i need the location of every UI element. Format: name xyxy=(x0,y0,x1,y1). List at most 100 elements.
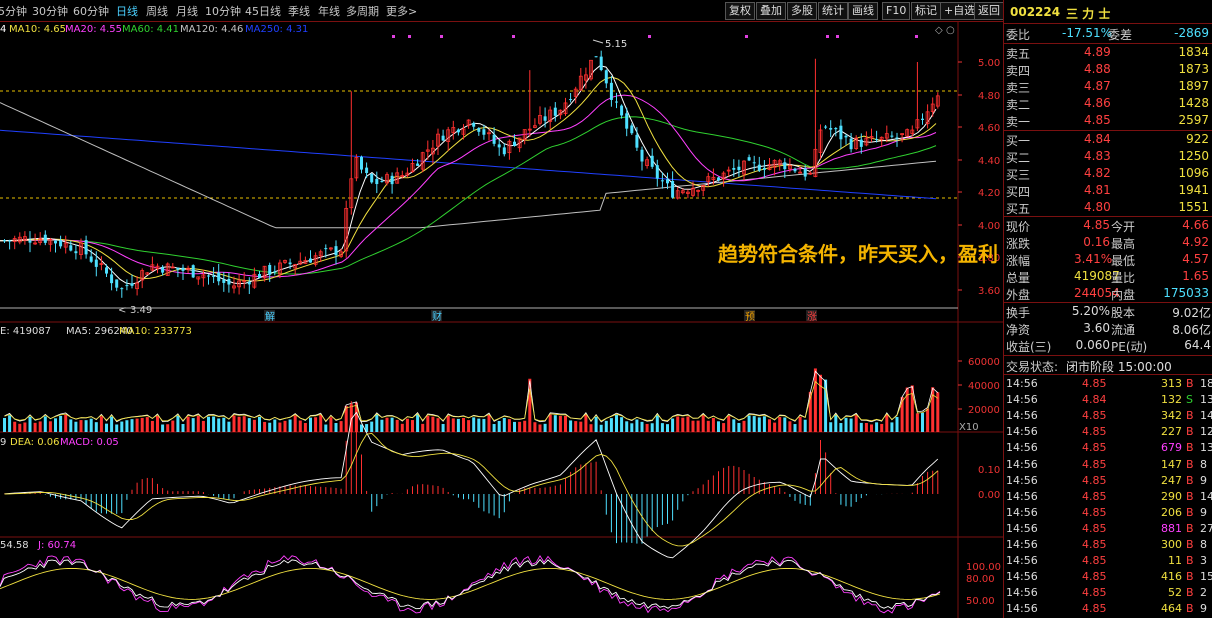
candle-body xyxy=(365,167,369,174)
ask-price: 4.88 xyxy=(1084,62,1111,76)
bid-row: 买五 4.80 1551 xyxy=(1004,199,1212,217)
candle-body xyxy=(803,168,807,177)
volume-bar xyxy=(732,419,736,432)
tick-row: 14:56 4.85 206 B 9 xyxy=(1004,505,1212,521)
volume-bar xyxy=(370,421,374,432)
volume-bar xyxy=(507,419,511,432)
candle-body xyxy=(569,99,573,101)
tick-row: 14:56 4.85 11 B 3 xyxy=(1004,553,1212,569)
tick-time: 14:56 xyxy=(1006,570,1038,584)
tick-volume: 342 xyxy=(1161,409,1182,423)
candle-body xyxy=(625,113,629,129)
trade-status-value: 闭市阶段 15:00:00 xyxy=(1066,360,1172,374)
volume-bar xyxy=(819,374,822,432)
candle-body xyxy=(497,144,501,148)
volume-bar xyxy=(339,421,343,432)
volume-bar xyxy=(762,416,766,432)
volume-bar xyxy=(706,420,710,432)
candle-body xyxy=(105,267,108,274)
chart-canvas[interactable]: 5.004.804.604.404.204.003.803.604 MA10: 4… xyxy=(0,0,1003,618)
volume-bar xyxy=(247,418,251,432)
tick-side: B xyxy=(1186,570,1194,584)
ask-row: 卖四 4.88 1873 xyxy=(1004,61,1212,79)
chart-area[interactable]: 5分钟 30分钟 60分钟 日线 周线 月线 10分钟 45日线 季线 年线 多周期 更多> 复权 叠加多… xyxy=(0,0,1004,618)
bid-label: 买二 xyxy=(1006,151,1031,165)
volume-bar xyxy=(263,421,267,432)
tick-row: 14:56 4.85 247 B 9 xyxy=(1004,473,1212,489)
volume-bar xyxy=(375,414,379,432)
tick-price: 4.85 xyxy=(1082,489,1107,503)
event-marker-3 xyxy=(512,35,515,38)
candle-body xyxy=(737,166,741,171)
candle-body xyxy=(553,107,557,116)
volume-bar xyxy=(870,424,873,432)
candle-body xyxy=(120,288,124,290)
tick-count: 15 xyxy=(1200,570,1212,584)
event-marker-6 xyxy=(826,35,829,38)
bid-row: 买三 4.82 1096 xyxy=(1004,165,1212,183)
volume-bar xyxy=(609,418,613,432)
tick-count: 27 xyxy=(1200,521,1212,535)
volume-bar xyxy=(212,416,216,432)
sep-header xyxy=(1004,23,1212,24)
tick-volume: 679 xyxy=(1161,441,1182,455)
event-badge-2: 预 xyxy=(745,311,755,323)
event-marker-0 xyxy=(392,35,395,38)
volume-bar xyxy=(329,417,333,432)
volume-bar xyxy=(477,418,481,432)
tick-side: B xyxy=(1186,538,1194,551)
volume-bar xyxy=(278,422,282,432)
volume-bar xyxy=(492,424,496,432)
candle-body xyxy=(635,134,639,148)
candle-body xyxy=(502,147,506,155)
tick-row: 14:56 4.85 290 B 14 xyxy=(1004,489,1212,505)
volume-bar xyxy=(859,422,863,432)
candle-body xyxy=(309,258,312,263)
volume-bar xyxy=(742,420,746,432)
volume-bar xyxy=(701,415,705,432)
volume-bar xyxy=(467,420,471,432)
finance-label-2: 股本 xyxy=(1111,306,1136,320)
tick-time: 14:56 xyxy=(1006,377,1038,390)
volume-bar xyxy=(436,418,440,432)
candle-body xyxy=(620,105,624,116)
tick-time: 14:56 xyxy=(1006,538,1038,551)
tick-row: 14:56 4.85 416 B 15 xyxy=(1004,569,1212,585)
volume-bar xyxy=(640,421,644,432)
candle-body xyxy=(227,278,231,285)
price-axis-label: 4.40 xyxy=(978,156,1000,167)
volume-bar xyxy=(120,421,124,432)
candle-body xyxy=(655,165,659,179)
tick-row: 14:56 4.85 147 B 8 xyxy=(1004,457,1212,473)
volume-bar xyxy=(538,424,542,432)
volume-bar xyxy=(599,424,603,432)
candle-body xyxy=(59,240,63,247)
sep-finance xyxy=(1004,355,1212,356)
tick-volume: 227 xyxy=(1161,425,1182,439)
bid-price: 4.84 xyxy=(1084,132,1111,146)
volume-bar xyxy=(28,416,32,432)
ask-volume: 1873 xyxy=(1178,62,1209,76)
volume-bar xyxy=(615,415,618,432)
ma-legend-6: MA30: 4.52 xyxy=(309,24,366,35)
quote-row: 现价 4.85 今开 4.66 xyxy=(1004,217,1212,235)
tick-price: 4.85 xyxy=(1082,570,1107,584)
volume-bar xyxy=(298,420,302,432)
bid-price: 4.80 xyxy=(1084,200,1111,214)
tick-volume: 11 xyxy=(1168,554,1182,568)
tick-side: B xyxy=(1186,441,1194,455)
candle-body xyxy=(222,279,226,283)
volume-bar xyxy=(283,420,287,432)
sep-status xyxy=(1004,374,1212,375)
tick-time: 14:56 xyxy=(1006,409,1038,423)
volume-bar xyxy=(64,414,68,432)
bid-label: 买三 xyxy=(1006,168,1031,182)
candle-body xyxy=(288,262,292,265)
bid-volume: 1941 xyxy=(1178,183,1209,197)
tick-time: 14:56 xyxy=(1006,554,1038,568)
candle-body xyxy=(630,125,634,134)
candle-body xyxy=(609,82,613,100)
volume-bar xyxy=(594,416,598,432)
volume-bar xyxy=(523,420,527,432)
event-marker-2 xyxy=(440,35,443,38)
